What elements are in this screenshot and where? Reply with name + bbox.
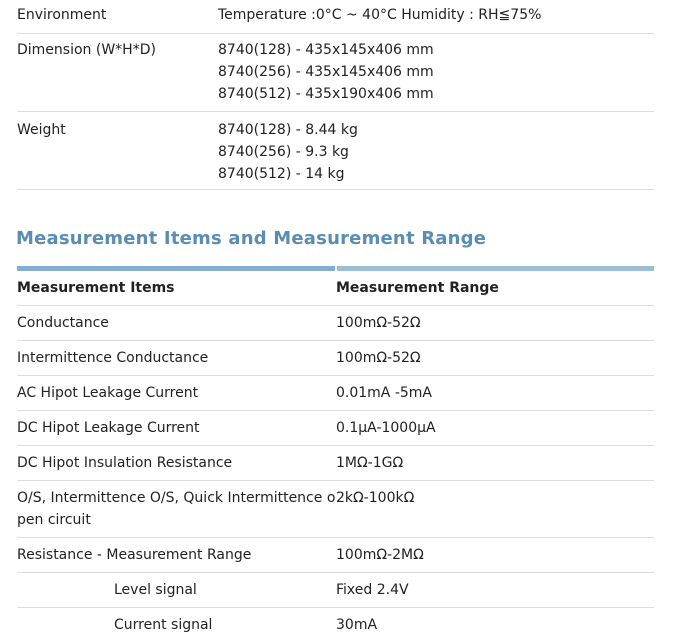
table-row: DC Hipot Insulation Resistance 1MΩ-1GΩ: [17, 446, 654, 481]
measurement-range: 1MΩ-1GΩ: [336, 455, 404, 471]
measurement-range: 100mΩ-52Ω: [336, 350, 421, 366]
section-title: Measurement Items and Measurement Range: [16, 228, 487, 249]
measurement-item: O/S, Intermittence O/S, Quick Intermitte…: [17, 490, 336, 528]
table-header-row: Measurement Items Measurement Range: [17, 271, 654, 306]
table-row: Current signal 30mA: [17, 608, 654, 643]
spec-values: 8740(128) - 8.44 kg 8740(256) - 9.3 kg 8…: [218, 119, 654, 189]
spec-row-environment: Environment Temperature :0°C ~ 40°C Humi…: [17, 0, 654, 34]
spec-label-text: Dimension (W*H*D): [17, 42, 156, 58]
measurement-item: AC Hipot Leakage Current: [17, 385, 199, 401]
measurement-item: DC Hipot Insulation Resistance: [17, 455, 233, 471]
table-row: Conductance 100mΩ-52Ω: [17, 306, 654, 341]
spec-label-text: Weight: [17, 122, 66, 138]
spec-label: Environment: [17, 4, 218, 33]
measurement-item: Current signal: [114, 617, 213, 633]
measurement-item: Intermittence Conductance: [17, 350, 209, 366]
spec-label: Weight: [17, 119, 218, 189]
spec-value: 8740(128) - 435x145x406 mm: [218, 42, 434, 58]
specifications-table: Environment Temperature :0°C ~ 40°C Humi…: [17, 0, 654, 190]
spec-value: 8740(256) - 435x145x406 mm: [218, 64, 434, 80]
measurement-item: DC Hipot Leakage Current: [17, 420, 200, 436]
measurement-item: Resistance - Measurement Range: [17, 547, 252, 563]
column-header-range: Measurement Range: [336, 280, 499, 296]
spec-values: 8740(128) - 435x145x406 mm 8740(256) - 4…: [218, 39, 654, 111]
table-row: O/S, Intermittence O/S, Quick Intermitte…: [17, 481, 654, 538]
measurement-item: Conductance: [17, 315, 109, 331]
measurement-range: 30mA: [336, 617, 378, 633]
spec-row-dimension: Dimension (W*H*D) 8740(128) - 435x145x40…: [17, 34, 654, 112]
spec-value: 8740(256) - 9.3 kg: [218, 144, 349, 160]
measurement-range: 0.01mA -5mA: [336, 385, 433, 401]
table-row: Resistance - Measurement Range 100mΩ-2MΩ: [17, 538, 654, 573]
column-header-items: Measurement Items: [17, 280, 175, 296]
measurement-range: 100mΩ-52Ω: [336, 315, 421, 331]
spec-value: 8740(128) - 8.44 kg: [218, 122, 358, 138]
spec-row-weight: Weight 8740(128) - 8.44 kg 8740(256) - 9…: [17, 112, 654, 190]
measurement-range: 2kΩ-100kΩ: [336, 490, 415, 506]
spec-value: 8740(512) - 435x190x406 mm: [218, 86, 434, 102]
measurement-range: 0.1μA-1000μA: [336, 420, 436, 436]
measurement-range: Fixed 2.4V: [336, 582, 409, 598]
measurement-range: 100mΩ-2MΩ: [336, 547, 424, 563]
table-row: DC Hipot Leakage Current 0.1μA-1000μA: [17, 411, 654, 446]
spec-label-text: Environment: [17, 7, 107, 23]
table-row: Intermittence Conductance 100mΩ-52Ω: [17, 341, 654, 376]
spec-values: Temperature :0°C ~ 40°C Humidity : RH≦75…: [218, 4, 654, 33]
measurement-table: Measurement Items Measurement Range Cond…: [17, 266, 654, 643]
table-row: AC Hipot Leakage Current 0.01mA -5mA: [17, 376, 654, 411]
spec-value: 8740(512) - 14 kg: [218, 166, 345, 182]
spec-label: Dimension (W*H*D): [17, 39, 218, 111]
measurement-item: Level signal: [114, 582, 197, 598]
spec-value: Temperature :0°C ~ 40°C Humidity : RH≦75…: [218, 7, 542, 23]
table-row: Level signal Fixed 2.4V: [17, 573, 654, 608]
